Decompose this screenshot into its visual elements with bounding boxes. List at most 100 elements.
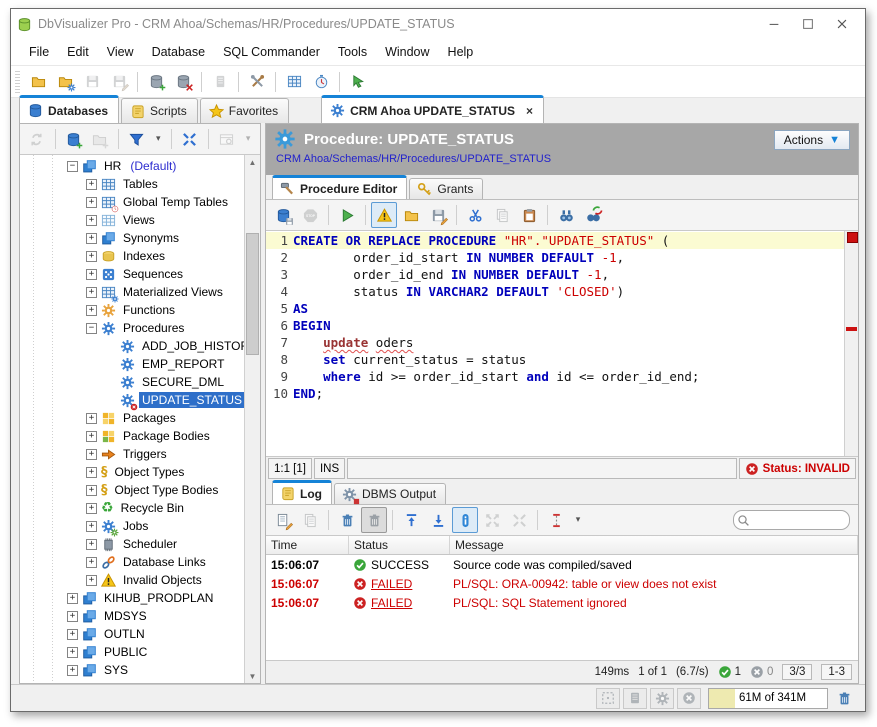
tree-item-views[interactable]: +Views bbox=[20, 211, 244, 229]
tree-item-sequences[interactable]: +Sequences bbox=[20, 265, 244, 283]
sql-commander-button[interactable] bbox=[345, 69, 371, 95]
tab-scripts[interactable]: Scripts bbox=[121, 98, 198, 123]
menu-tools[interactable]: Tools bbox=[330, 42, 375, 62]
scroll-up-icon[interactable]: ▲ bbox=[249, 155, 257, 169]
tab-log[interactable]: Log bbox=[272, 480, 332, 504]
expand-icon[interactable]: + bbox=[86, 485, 97, 496]
code-line-6[interactable]: 6BEGIN bbox=[266, 317, 844, 334]
tree-item-functions[interactable]: +Functions bbox=[20, 301, 244, 319]
menu-view[interactable]: View bbox=[99, 42, 142, 62]
trash-button[interactable] bbox=[334, 507, 360, 533]
code-line-2[interactable]: 2 order_id_start IN NUMBER DEFAULT -1, bbox=[266, 249, 844, 266]
expand-icon[interactable]: + bbox=[86, 503, 97, 514]
menu-edit[interactable]: Edit bbox=[59, 42, 97, 62]
expand-icon[interactable]: + bbox=[86, 197, 97, 208]
connect-button[interactable] bbox=[143, 69, 169, 95]
binoculars-button[interactable] bbox=[553, 202, 579, 228]
tree-item-procedures[interactable]: −Procedures bbox=[20, 319, 244, 337]
warning-button[interactable] bbox=[371, 202, 397, 228]
tree-item-add-job-history[interactable]: ADD_JOB_HISTORY bbox=[20, 337, 244, 355]
column-header-status[interactable]: Status bbox=[349, 536, 450, 554]
tab-procedure-editor[interactable]: Procedure Editor bbox=[272, 175, 407, 199]
tree-item-recycle-bin[interactable]: +♻Recycle Bin bbox=[20, 499, 244, 517]
collapse-icon[interactable]: − bbox=[86, 323, 97, 334]
menu-window[interactable]: Window bbox=[377, 42, 437, 62]
export-edit-button[interactable] bbox=[270, 507, 296, 533]
collapse-all-button[interactable] bbox=[177, 126, 203, 152]
expand-icon[interactable]: + bbox=[86, 467, 97, 478]
filter-button[interactable] bbox=[124, 126, 150, 152]
expand-icon[interactable]: + bbox=[86, 251, 97, 262]
log-search-box[interactable] bbox=[733, 510, 850, 530]
copy-button[interactable] bbox=[489, 202, 515, 228]
expand-icon[interactable]: + bbox=[86, 233, 97, 244]
tree-item-jobs[interactable]: +Jobs bbox=[20, 517, 244, 535]
menu-help[interactable]: Help bbox=[440, 42, 482, 62]
row-height-button[interactable] bbox=[543, 507, 569, 533]
tree-item-global-temp-tables[interactable]: +Global Temp Tables bbox=[20, 193, 244, 211]
grid-window-button[interactable] bbox=[281, 69, 307, 95]
sql-code[interactable]: 1CREATE OR REPLACE PROCEDURE "HR"."UPDAT… bbox=[266, 231, 844, 456]
new-connection-button[interactable] bbox=[61, 126, 87, 152]
close-button[interactable] bbox=[825, 11, 859, 37]
tree-item-outln[interactable]: +OUTLN bbox=[20, 625, 244, 643]
search-input[interactable] bbox=[750, 513, 849, 527]
tree-item-indexes[interactable]: +Indexes bbox=[20, 247, 244, 265]
tree-item-scheduler[interactable]: +Scheduler bbox=[20, 535, 244, 553]
copy-button[interactable] bbox=[297, 507, 323, 533]
expand-icon[interactable]: + bbox=[86, 431, 97, 442]
column-header-message[interactable]: Message bbox=[450, 536, 858, 554]
tool-properties-button[interactable] bbox=[244, 69, 270, 95]
maximize-button[interactable] bbox=[791, 11, 825, 37]
tree-item-mdsys[interactable]: +MDSYS bbox=[20, 607, 244, 625]
selection-box-button[interactable] bbox=[596, 688, 620, 709]
tree-item-public[interactable]: +PUBLIC bbox=[20, 643, 244, 661]
log-table-header[interactable]: TimeStatusMessage bbox=[266, 536, 858, 555]
expand-icon[interactable]: + bbox=[86, 521, 97, 532]
expand-icon[interactable]: + bbox=[86, 179, 97, 190]
fit-expand-button[interactable] bbox=[479, 507, 505, 533]
menu-database[interactable]: Database bbox=[144, 42, 214, 62]
refresh-button[interactable] bbox=[24, 126, 50, 152]
gear-gray-button[interactable] bbox=[650, 688, 674, 709]
expand-icon[interactable]: + bbox=[86, 449, 97, 460]
code-line-5[interactable]: 5AS bbox=[266, 300, 844, 317]
expand-icon[interactable]: + bbox=[86, 557, 97, 568]
tree-item-tables[interactable]: +Tables bbox=[20, 175, 244, 193]
tree-item-synonyms[interactable]: +Synonyms bbox=[20, 229, 244, 247]
tree-item-triggers[interactable]: +Triggers bbox=[20, 445, 244, 463]
info-button[interactable] bbox=[452, 507, 478, 533]
move-top-button[interactable] bbox=[398, 507, 424, 533]
expand-icon[interactable]: + bbox=[86, 305, 97, 316]
menu-file[interactable]: File bbox=[21, 42, 57, 62]
column-header-time[interactable]: Time bbox=[266, 536, 349, 554]
log-row[interactable]: 15:06:07FAILEDPL/SQL: SQL Statement igno… bbox=[266, 593, 858, 612]
timer-button[interactable] bbox=[308, 69, 334, 95]
log-row[interactable]: 15:06:07FAILEDPL/SQL: ORA-00942: table o… bbox=[266, 574, 858, 593]
db-stack-button[interactable] bbox=[623, 688, 647, 709]
tree-item-emp-report[interactable]: EMP_REPORT bbox=[20, 355, 244, 373]
scroll-down-icon[interactable]: ▼ bbox=[249, 669, 257, 683]
code-line-8[interactable]: 8 set current_status = status bbox=[266, 351, 844, 368]
tree-item-package-bodies[interactable]: +Package Bodies bbox=[20, 427, 244, 445]
caret-down-button[interactable]: ▾ bbox=[150, 126, 166, 152]
error-stripe-mark[interactable] bbox=[846, 327, 857, 331]
open-file-button[interactable] bbox=[398, 202, 424, 228]
code-line-10[interactable]: 10END; bbox=[266, 385, 844, 402]
tree-item-update-status[interactable]: UPDATE_STATUS bbox=[20, 391, 244, 409]
expand-icon[interactable]: + bbox=[86, 287, 97, 298]
save-button[interactable] bbox=[79, 69, 105, 95]
code-line-7[interactable]: 7 update oders bbox=[266, 334, 844, 351]
tree-item-database-links[interactable]: +Database Links bbox=[20, 553, 244, 571]
expand-icon[interactable]: + bbox=[86, 539, 97, 550]
minimize-button[interactable] bbox=[757, 11, 791, 37]
disconnect-button[interactable] bbox=[170, 69, 196, 95]
log-row[interactable]: 15:06:07SUCCESSSource code was compiled/… bbox=[266, 555, 858, 574]
close-tab-icon[interactable]: × bbox=[526, 104, 533, 118]
menu-sql-commander[interactable]: SQL Commander bbox=[215, 42, 328, 62]
cut-button[interactable] bbox=[462, 202, 488, 228]
open-settings-button[interactable] bbox=[52, 69, 78, 95]
paste-button[interactable] bbox=[516, 202, 542, 228]
fit-collapse-button[interactable] bbox=[506, 507, 532, 533]
db-server-button[interactable] bbox=[207, 69, 233, 95]
